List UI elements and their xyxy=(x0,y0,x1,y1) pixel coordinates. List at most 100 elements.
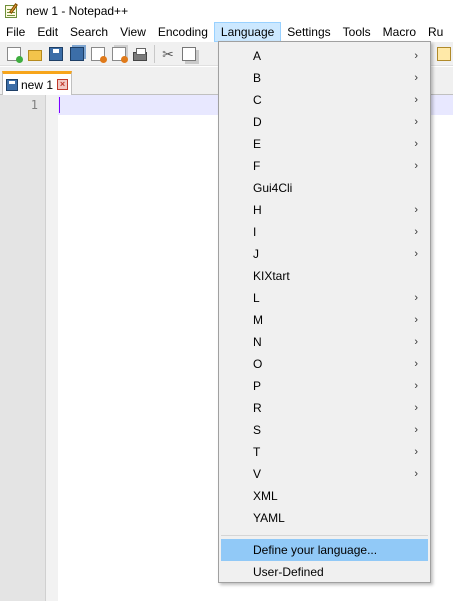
menu-run[interactable]: Ru xyxy=(422,22,449,42)
submenu-arrow-icon: › xyxy=(414,336,418,348)
language-menu-dropdown: A › B › C › D › E › F › Gui4Cli H › I › J › KIXtart L › M › N › O ›… xyxy=(218,41,431,583)
close-all-icon xyxy=(112,46,128,63)
language-menu-item-kixtart[interactable]: KIXtart xyxy=(219,265,430,287)
printer-icon xyxy=(133,48,147,61)
new-file-button[interactable] xyxy=(4,44,24,64)
language-menu-item-c[interactable]: C › xyxy=(219,89,430,111)
fold-margin xyxy=(46,95,58,601)
language-menu-item-d[interactable]: D › xyxy=(219,111,430,133)
language-menu-item-label: J xyxy=(253,247,259,261)
toolbar-separator xyxy=(154,44,155,63)
notepad-plus-plus-app-icon xyxy=(4,3,20,19)
language-menu-item-a[interactable]: A › xyxy=(219,45,430,67)
language-menu-item-yaml[interactable]: YAML xyxy=(219,507,430,529)
copy-icon xyxy=(182,46,196,61)
menu-search[interactable]: Search xyxy=(64,22,114,42)
language-menu-item-label: N xyxy=(253,335,262,349)
user-defined-item[interactable]: User-Defined xyxy=(219,561,430,583)
language-menu-item-label: Gui4Cli xyxy=(253,181,293,195)
window-title: new 1 - Notepad++ xyxy=(26,4,129,18)
save-all-icon xyxy=(70,46,84,61)
language-menu-item-label: C xyxy=(253,93,262,107)
language-menu-item-label: S xyxy=(253,423,262,437)
save-icon xyxy=(49,46,63,61)
submenu-arrow-icon: › xyxy=(414,248,418,260)
language-menu-item-r[interactable]: R › xyxy=(219,397,430,419)
copy-button[interactable] xyxy=(179,44,199,64)
submenu-arrow-icon: › xyxy=(414,204,418,216)
submenu-arrow-icon: › xyxy=(414,380,418,392)
submenu-arrow-icon: › xyxy=(414,138,418,150)
submenu-arrow-icon: › xyxy=(414,424,418,436)
submenu-arrow-icon: › xyxy=(414,160,418,172)
menu-tools[interactable]: Tools xyxy=(337,22,377,42)
close-button[interactable] xyxy=(88,44,108,64)
language-menu-item-label: A xyxy=(253,49,262,63)
menu-edit[interactable]: Edit xyxy=(31,22,64,42)
language-menu-item-o[interactable]: O › xyxy=(219,353,430,375)
language-menu-item-label: T xyxy=(253,445,261,459)
language-menu-item-t[interactable]: T › xyxy=(219,441,430,463)
language-menu-item-s[interactable]: S › xyxy=(219,419,430,441)
close-file-icon xyxy=(91,46,107,63)
language-menu-item-m[interactable]: M › xyxy=(219,309,430,331)
submenu-arrow-icon: › xyxy=(414,116,418,128)
language-menu-item-p[interactable]: P › xyxy=(219,375,430,397)
language-menu-item-label: E xyxy=(253,137,262,151)
menu-encoding[interactable]: Encoding xyxy=(152,22,214,42)
language-menu-item-label: O xyxy=(253,357,263,371)
title-bar: new 1 - Notepad++ xyxy=(0,0,453,22)
language-menu-item-v[interactable]: V › xyxy=(219,463,430,485)
language-menu-item-label: F xyxy=(253,159,261,173)
open-file-button[interactable] xyxy=(25,44,45,64)
language-menu-item-label: M xyxy=(253,313,263,327)
language-menu-item-j[interactable]: J › xyxy=(219,243,430,265)
print-button[interactable] xyxy=(130,44,150,64)
language-menu-item-f[interactable]: F › xyxy=(219,155,430,177)
submenu-arrow-icon: › xyxy=(414,314,418,326)
cut-button[interactable]: ✂ xyxy=(158,44,178,64)
language-menu-item-i[interactable]: I › xyxy=(219,221,430,243)
tab-label: new 1 xyxy=(21,77,54,92)
submenu-arrow-icon: › xyxy=(414,358,418,370)
language-menu-item-label: D xyxy=(253,115,262,129)
menu-settings[interactable]: Settings xyxy=(281,22,336,42)
submenu-arrow-icon: › xyxy=(414,446,418,458)
tab-new-1[interactable]: new 1 × xyxy=(2,71,72,95)
menu-language[interactable]: Language xyxy=(213,22,282,42)
menu-view[interactable]: View xyxy=(114,22,152,42)
define-your-language-item[interactable]: Define your language... xyxy=(221,539,428,561)
language-menu-item-label: H xyxy=(253,203,262,217)
submenu-arrow-icon: › xyxy=(414,226,418,238)
language-menu-item-h[interactable]: H › xyxy=(219,199,430,221)
language-menu-item-l[interactable]: L › xyxy=(219,287,430,309)
menu-separator xyxy=(221,535,428,536)
submenu-arrow-icon: › xyxy=(414,402,418,414)
macro-button[interactable] xyxy=(434,44,453,64)
line-number: 1 xyxy=(30,98,38,112)
document-map-icon xyxy=(437,46,451,61)
text-caret xyxy=(59,97,60,113)
menu-macro[interactable]: Macro xyxy=(377,22,422,42)
language-menu-item-n[interactable]: N › xyxy=(219,331,430,353)
language-menu-item-gui4cli[interactable]: Gui4Cli xyxy=(219,177,430,199)
open-folder-icon xyxy=(28,50,42,61)
language-menu-item-label: P xyxy=(253,379,262,393)
save-all-button[interactable] xyxy=(67,44,87,64)
language-menu-item-xml[interactable]: XML xyxy=(219,485,430,507)
language-menu-item-label: XML xyxy=(253,489,278,503)
language-menu-item-label: I xyxy=(253,225,257,239)
menu-file[interactable]: File xyxy=(0,22,31,42)
submenu-arrow-icon: › xyxy=(414,292,418,304)
language-menu-item-b[interactable]: B › xyxy=(219,67,430,89)
save-button[interactable] xyxy=(46,44,66,64)
scissors-icon: ✂ xyxy=(162,45,174,62)
tab-close-icon[interactable]: × xyxy=(57,79,69,90)
language-menu-item-label: YAML xyxy=(253,511,285,525)
submenu-arrow-icon: › xyxy=(414,50,418,62)
language-menu-item-label: L xyxy=(253,291,260,305)
language-menu-item-e[interactable]: E › xyxy=(219,133,430,155)
language-menu-item-label: R xyxy=(253,401,262,415)
language-menu-item-label: V xyxy=(253,467,262,481)
close-all-button[interactable] xyxy=(109,44,129,64)
